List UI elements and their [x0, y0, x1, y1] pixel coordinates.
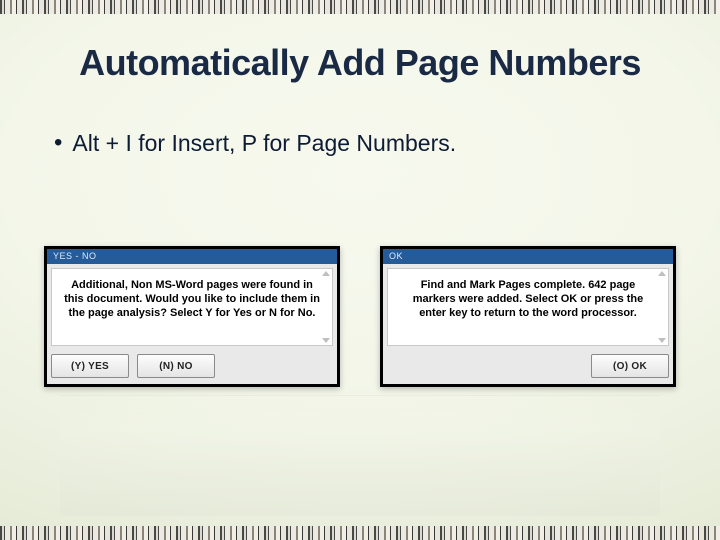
- dialog-titlebar: OK: [383, 249, 673, 264]
- yes-button[interactable]: (Y) YES: [51, 354, 129, 378]
- decorative-top-strip: [0, 0, 720, 14]
- scroll-indicator-icon: [658, 271, 666, 343]
- no-button[interactable]: (N) NO: [137, 354, 215, 378]
- dialog-titlebar: YES - NO: [47, 249, 337, 264]
- decorative-paper-stack: [60, 395, 660, 516]
- dialog-message: Find and Mark Pages complete. 642 page m…: [398, 278, 658, 320]
- page-title: Automatically Add Page Numbers: [0, 42, 720, 84]
- scroll-indicator-icon: [322, 271, 330, 343]
- dialog-buttons: (Y) YES (N) NO: [47, 346, 337, 384]
- dialog-body: Find and Mark Pages complete. 642 page m…: [387, 268, 669, 346]
- ok-button[interactable]: (O) OK: [591, 354, 669, 378]
- dialog-message: Additional, Non MS-Word pages were found…: [62, 278, 322, 320]
- slide: Automatically Add Page Numbers • Alt + I…: [0, 0, 720, 540]
- dialog-row: YES - NO Additional, Non MS-Word pages w…: [44, 246, 676, 387]
- dialog-body: Additional, Non MS-Word pages were found…: [51, 268, 333, 346]
- yes-no-dialog: YES - NO Additional, Non MS-Word pages w…: [44, 246, 340, 387]
- bullet-text: Alt + I for Insert, P for Page Numbers.: [72, 128, 456, 158]
- bullet-dot-icon: •: [54, 128, 62, 158]
- decorative-bottom-strip: [0, 526, 720, 540]
- bullet-item: • Alt + I for Insert, P for Page Numbers…: [54, 128, 666, 158]
- ok-dialog: OK Find and Mark Pages complete. 642 pag…: [380, 246, 676, 387]
- dialog-buttons: (O) OK: [383, 346, 673, 384]
